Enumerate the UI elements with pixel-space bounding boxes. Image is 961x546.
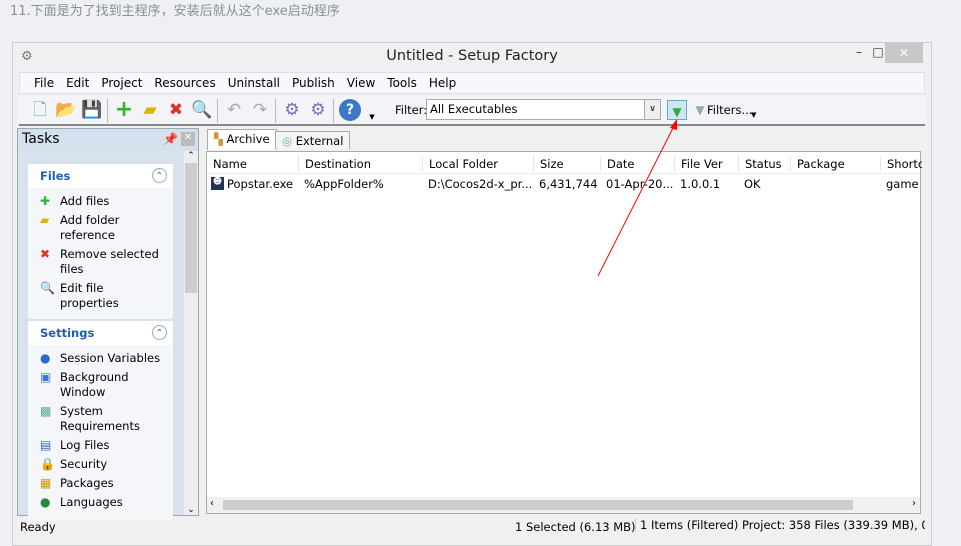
arrow-head xyxy=(670,119,677,130)
annotation-arrow xyxy=(597,119,677,277)
arrow-line xyxy=(597,125,675,277)
